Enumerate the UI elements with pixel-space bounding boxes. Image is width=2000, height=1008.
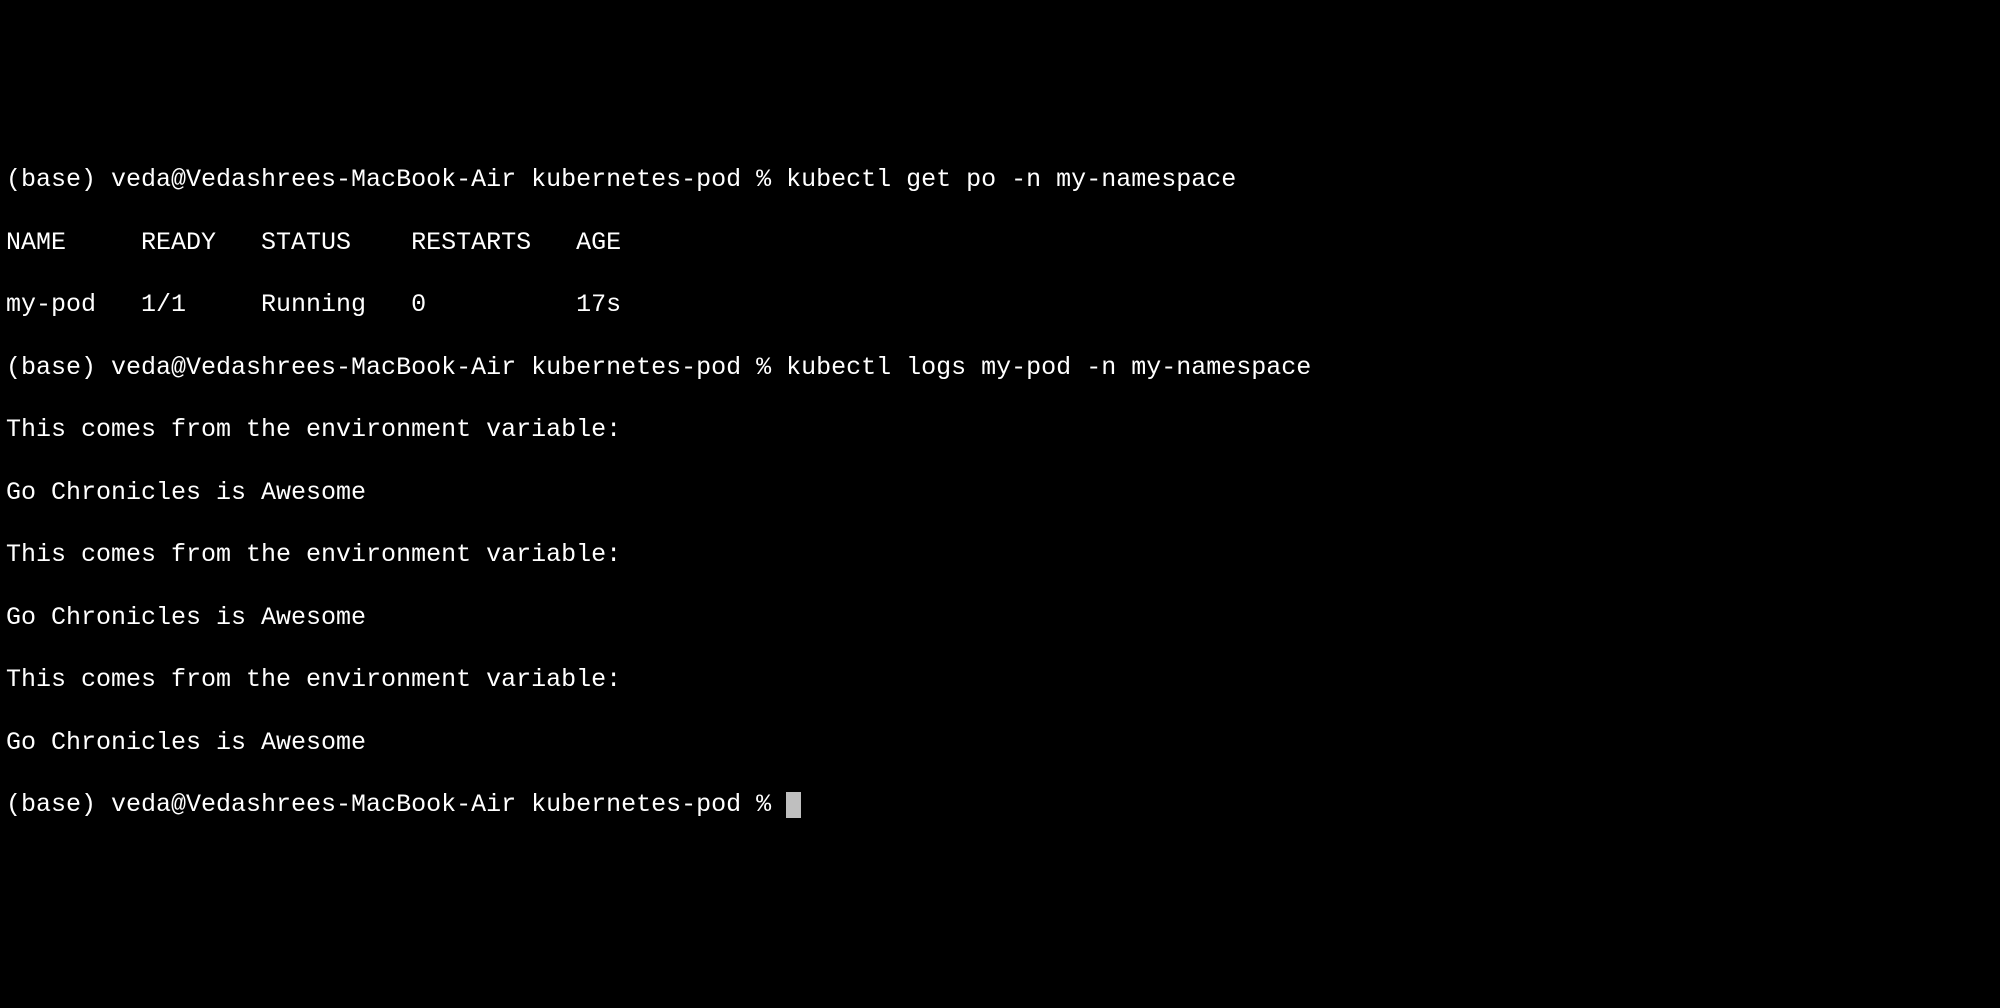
log-line: This comes from the environment variable… [6, 414, 1994, 445]
table-header-row: NAME READY STATUS RESTARTS AGE [6, 227, 1994, 258]
shell-prompt: (base) veda@Vedashrees-MacBook-Air kuber… [6, 165, 786, 194]
command-line-2: (base) veda@Vedashrees-MacBook-Air kuber… [6, 352, 1994, 383]
terminal-output[interactable]: (base) veda@Vedashrees-MacBook-Air kuber… [6, 133, 1994, 852]
command-text: kubectl get po -n my-namespace [786, 165, 1236, 194]
shell-prompt: (base) veda@Vedashrees-MacBook-Air kuber… [6, 790, 786, 819]
table-row: my-pod 1/1 Running 0 17s [6, 289, 1994, 320]
log-line: Go Chronicles is Awesome [6, 602, 1994, 633]
shell-prompt: (base) veda@Vedashrees-MacBook-Air kuber… [6, 353, 786, 382]
log-line: This comes from the environment variable… [6, 664, 1994, 695]
log-line: Go Chronicles is Awesome [6, 477, 1994, 508]
cursor-block-icon [786, 792, 801, 818]
command-line-1: (base) veda@Vedashrees-MacBook-Air kuber… [6, 164, 1994, 195]
command-text: kubectl logs my-pod -n my-namespace [786, 353, 1311, 382]
command-line-3[interactable]: (base) veda@Vedashrees-MacBook-Air kuber… [6, 789, 1994, 820]
log-line: Go Chronicles is Awesome [6, 727, 1994, 758]
